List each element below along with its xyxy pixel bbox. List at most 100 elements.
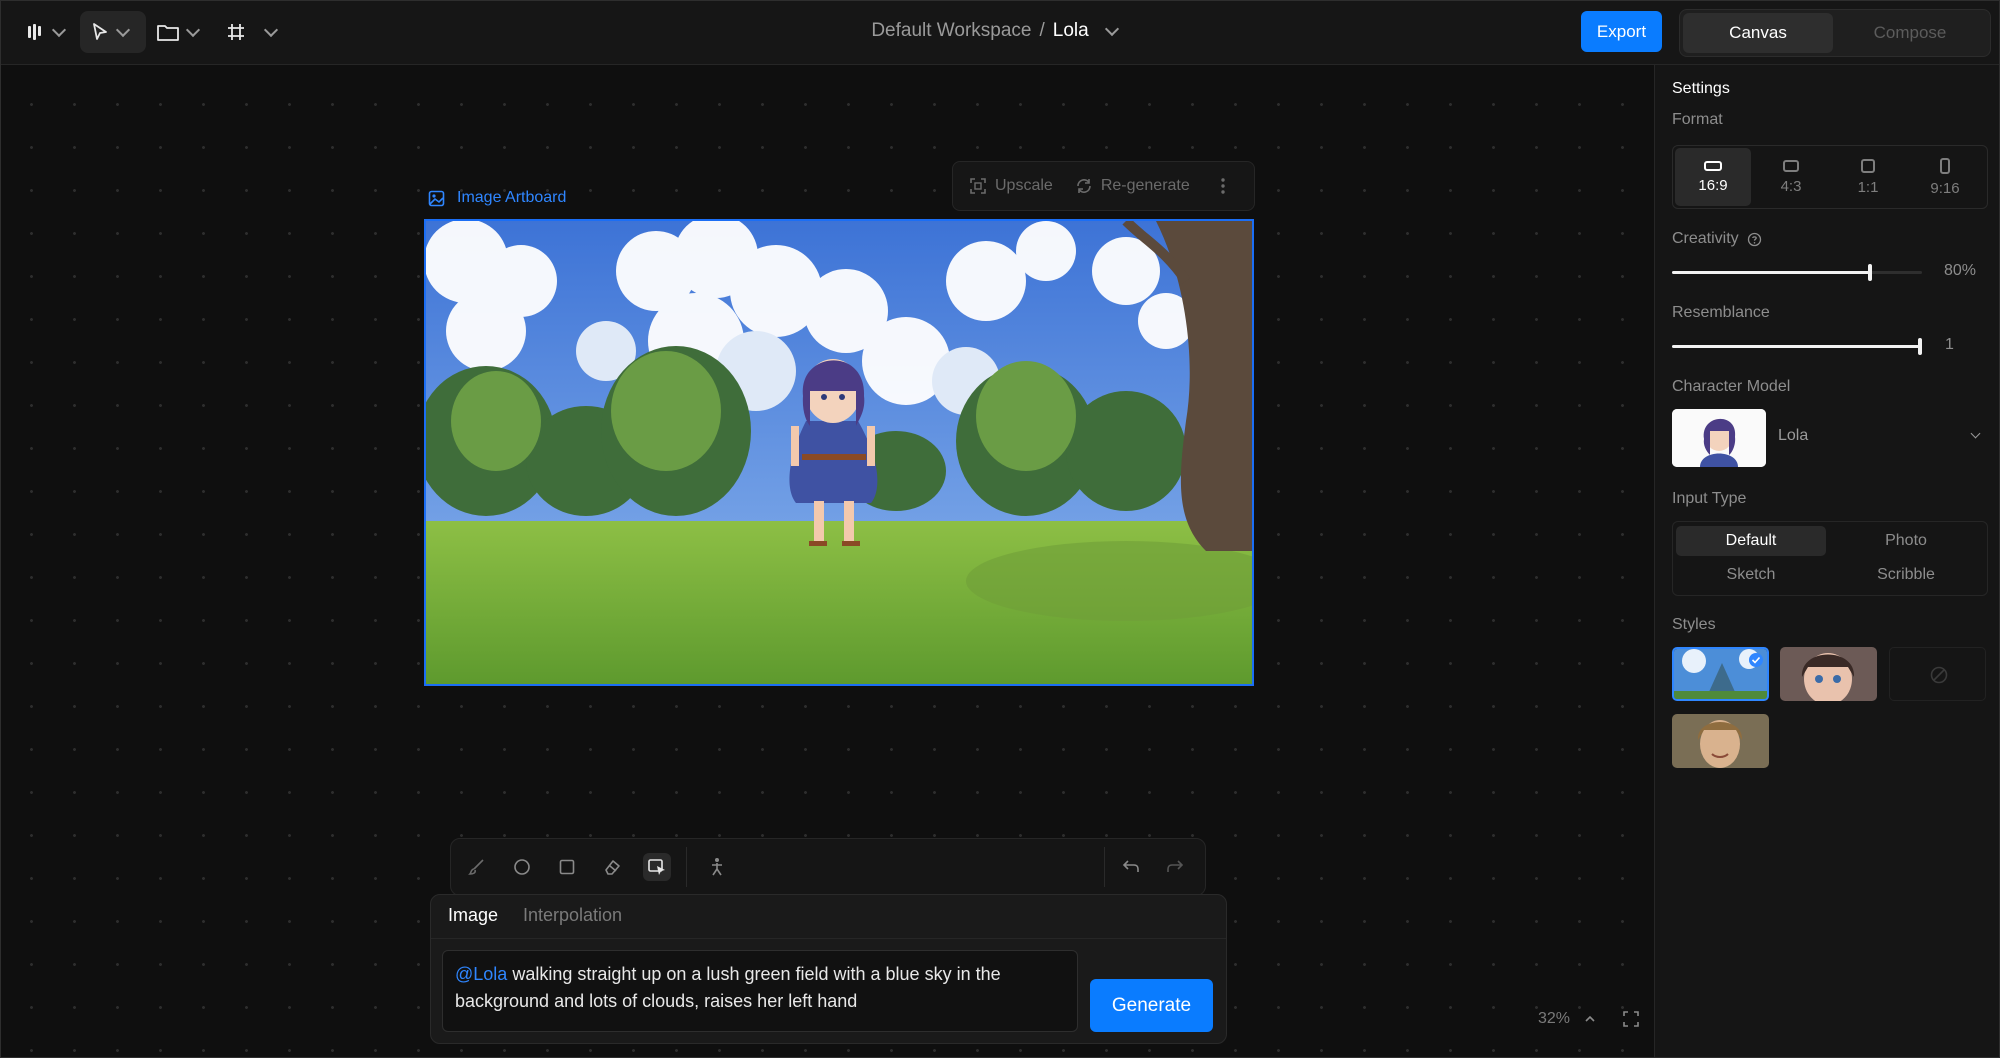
input-type-selector: Default Photo Sketch Scribble: [1672, 521, 1988, 596]
brush-tool[interactable]: [463, 853, 491, 881]
ellipse-tool[interactable]: [508, 853, 536, 881]
format-9-16[interactable]: 9:16: [1907, 148, 1983, 206]
creativity-label: Creativity: [1672, 230, 1739, 247]
chevron-down-icon: [263, 22, 279, 38]
generated-image: [426, 221, 1252, 684]
brush-icon: [468, 859, 484, 875]
style-photo-thumbnail: [1672, 714, 1769, 768]
style-tile-photo-portrait[interactable]: [1672, 714, 1769, 768]
upscale-button[interactable]: Upscale: [969, 177, 1053, 195]
character-model-label: Character Model: [1672, 378, 1791, 395]
chevron-down-icon: [51, 22, 67, 38]
character-model-select[interactable]: Lola: [1672, 409, 1986, 467]
pose-tool[interactable]: [703, 853, 731, 881]
tab-interpolation[interactable]: Interpolation: [523, 905, 622, 926]
zoom-level[interactable]: 32%: [1538, 1010, 1570, 1028]
chevron-down-icon: [1970, 428, 1981, 439]
format-label-9-16: 9:16: [1930, 179, 1960, 197]
frame-tool-button[interactable]: [216, 11, 286, 53]
refresh-icon: [1077, 179, 1091, 193]
app-menu-button[interactable]: [16, 11, 74, 53]
check-icon: [1749, 653, 1763, 667]
style-anime-thumbnail: [1780, 647, 1877, 701]
top-bar: Default Workspace / Lola Export Canvas C…: [0, 0, 2000, 65]
prompt-input[interactable]: @Lola walking straight up on a lush gree…: [442, 950, 1078, 1032]
character-avatar: [1672, 409, 1766, 467]
export-button[interactable]: Export: [1581, 11, 1662, 52]
more-vertical-icon: [1221, 178, 1225, 194]
regenerate-button[interactable]: Re-generate: [1075, 177, 1190, 195]
pointer-icon: [93, 23, 107, 40]
resemblance-label: Resemblance: [1672, 304, 1770, 321]
tab-image[interactable]: Image: [448, 905, 498, 926]
tab-canvas[interactable]: Canvas: [1683, 13, 1833, 53]
image-artboard[interactable]: [424, 219, 1254, 686]
chevron-down-icon[interactable]: [1104, 21, 1119, 37]
help-icon[interactable]: [1747, 232, 1762, 247]
format-1-1[interactable]: 1:1: [1830, 148, 1906, 206]
eraser-icon: [605, 860, 620, 875]
chevron-up-icon[interactable]: [1584, 1014, 1596, 1024]
format-16-9[interactable]: 16:9: [1675, 148, 1751, 206]
format-4-3[interactable]: 4:3: [1753, 148, 1829, 206]
eraser-tool[interactable]: [598, 853, 626, 881]
style-tile-none[interactable]: [1889, 647, 1986, 701]
input-type-label: Input Type: [1672, 490, 1747, 507]
breadcrumb-project[interactable]: Lola: [1053, 20, 1089, 42]
style-tile-anime-portrait[interactable]: [1780, 647, 1877, 701]
landscape-icon: [1783, 159, 1799, 172]
prompt-text: walking straight up on a lush green fiel…: [455, 964, 1001, 1011]
disabled-icon: [1930, 666, 1948, 684]
redo-button[interactable]: [1161, 853, 1189, 881]
more-options-button[interactable]: [1220, 177, 1226, 195]
style-tile-landscape[interactable]: [1672, 647, 1769, 701]
tab-compose[interactable]: Compose: [1835, 13, 1985, 53]
artboard-title: Image Artboard: [457, 189, 567, 206]
fullscreen-icon[interactable]: [1622, 1010, 1640, 1028]
format-label: Format: [1672, 111, 1723, 128]
creativity-value: 80%: [1944, 262, 1977, 279]
files-button[interactable]: [146, 11, 208, 53]
generate-button[interactable]: Generate: [1090, 979, 1213, 1032]
resemblance-thumb[interactable]: [1918, 338, 1922, 355]
select-tool-button[interactable]: [80, 11, 146, 53]
creativity-slider[interactable]: [1672, 264, 1922, 281]
input-type-sketch[interactable]: Sketch: [1676, 560, 1826, 590]
character-model-value: Lola: [1778, 427, 1809, 444]
app-logo-icon: [28, 24, 41, 40]
undo-button[interactable]: [1117, 853, 1145, 881]
settings-title: Settings: [1672, 80, 1730, 97]
landscape-wide-icon: [1704, 160, 1722, 171]
redo-icon: [1167, 860, 1184, 872]
image-toolbar: Upscale Re-generate: [952, 161, 1255, 211]
breadcrumb[interactable]: Default Workspace / Lola: [871, 20, 1119, 42]
portrait-icon: [1940, 157, 1950, 174]
hashtag-frame-icon: [228, 24, 244, 40]
chevron-down-icon: [115, 22, 131, 38]
creativity-thumb[interactable]: [1868, 264, 1872, 281]
input-type-photo[interactable]: Photo: [1831, 526, 1981, 556]
styles-label: Styles: [1672, 616, 1716, 633]
prompt-panel: Image Interpolation @Lola walking straig…: [430, 894, 1227, 1044]
square-icon: [559, 859, 575, 875]
square-icon: [1861, 158, 1875, 173]
mode-switch: Canvas Compose: [1679, 9, 1991, 57]
character-mention[interactable]: @Lola: [455, 964, 507, 984]
format-label-16-9: 16:9: [1698, 176, 1728, 194]
resemblance-slider[interactable]: [1672, 338, 1922, 355]
input-type-scribble[interactable]: Scribble: [1831, 560, 1981, 590]
select-region-tool[interactable]: [643, 853, 671, 881]
resemblance-value: 1: [1945, 336, 1954, 353]
select-region-icon: [648, 859, 665, 875]
divider: [431, 938, 1226, 939]
artboard-label[interactable]: Image Artboard: [428, 189, 566, 207]
breadcrumb-workspace[interactable]: Default Workspace: [871, 20, 1031, 42]
toolbar-divider: [686, 847, 687, 887]
breadcrumb-separator: /: [1039, 20, 1045, 41]
settings-panel: Settings Format 16:9 4:3 1:1 9:16 Creati…: [1654, 65, 2000, 1058]
rectangle-tool[interactable]: [553, 853, 581, 881]
person-pose-icon: [712, 858, 722, 876]
regenerate-label: Re-generate: [1100, 177, 1190, 194]
input-type-default[interactable]: Default: [1676, 526, 1826, 556]
image-icon: [428, 190, 445, 206]
